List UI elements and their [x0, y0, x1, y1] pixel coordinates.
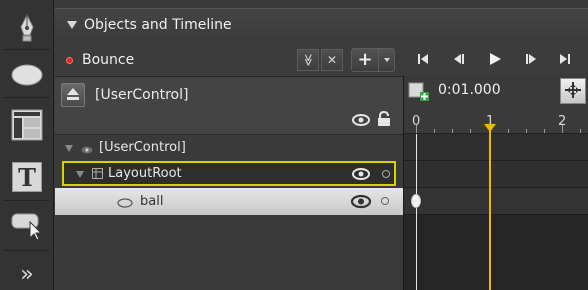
grid-tool-button[interactable] — [4, 105, 50, 145]
play-button[interactable] — [480, 48, 510, 72]
scope-label: [UserControl] — [95, 87, 189, 103]
tools-toolbar: T » — [0, 0, 54, 290]
timeline-start-line — [416, 134, 417, 290]
last-frame-icon — [558, 53, 572, 68]
tree-empty-area — [55, 215, 403, 290]
close-storyboard-button[interactable]: ✕ — [321, 49, 343, 71]
scope-up-button[interactable] — [61, 83, 85, 107]
tree-item-label: ball — [140, 194, 164, 209]
visibility-eye-small-icon — [81, 143, 93, 157]
zoom-to-fit-button[interactable] — [560, 78, 586, 104]
ellipse-element-icon — [117, 197, 133, 211]
show-all-eye-icon[interactable] — [352, 113, 370, 130]
timeline-area: 0:01.000 0 1 2 — [403, 76, 588, 290]
keyframe-marker[interactable] — [411, 194, 421, 208]
next-frame-icon — [524, 53, 538, 68]
previous-frame-icon — [452, 53, 466, 68]
previous-frame-button[interactable] — [444, 48, 474, 72]
grid-element-icon — [92, 168, 103, 182]
more-tools-button[interactable]: » — [4, 254, 50, 290]
new-storyboard-button[interactable]: + — [351, 48, 395, 72]
ellipse-icon — [10, 63, 44, 87]
object-tree: [UserControl] [UserControl] LayoutRoot b… — [55, 76, 403, 290]
panel-title: Objects and Timeline — [84, 17, 232, 33]
double-chevron-icon: ≫ — [301, 53, 315, 67]
grid-icon — [11, 109, 43, 141]
tree-item-usercontrol[interactable]: [UserControl] — [55, 134, 403, 161]
next-frame-button[interactable] — [516, 48, 546, 72]
timeline-empty-area — [404, 215, 588, 290]
scope-header: [UserControl] — [55, 76, 403, 134]
timeline-header: 0:01.000 — [404, 76, 588, 106]
tree-item-ball[interactable]: ball — [55, 188, 403, 215]
visibility-eye-icon[interactable] — [350, 194, 372, 212]
tree-item-label: [UserControl] — [99, 140, 186, 155]
timeline-row-usercontrol[interactable] — [404, 134, 588, 161]
text-icon: T — [12, 162, 42, 192]
expand-icon: » — [20, 261, 34, 287]
close-icon: ✕ — [326, 53, 338, 67]
pen-icon — [16, 13, 38, 43]
storyboard-name: Bounce — [82, 52, 135, 68]
ellipse-tool-button[interactable] — [4, 55, 50, 95]
tree-item-layoutroot[interactable]: LayoutRoot — [62, 161, 396, 186]
timeline-ruler[interactable]: 0 1 2 — [404, 106, 588, 134]
lock-toggle-icon[interactable] — [382, 170, 390, 178]
text-tool-button[interactable]: T — [4, 157, 50, 197]
plus-icon: + — [357, 49, 373, 70]
chevron-down-icon[interactable] — [378, 49, 394, 71]
scope-up-icon — [65, 86, 81, 105]
first-frame-icon — [416, 53, 430, 68]
storyboard-options-button[interactable]: ≫ — [297, 49, 319, 71]
recording-dot-icon — [66, 56, 73, 64]
last-frame-button[interactable] — [550, 48, 580, 72]
timeline-row-layoutroot[interactable] — [404, 161, 588, 188]
play-icon — [488, 52, 502, 69]
asset-tool-button[interactable] — [4, 206, 50, 246]
storyboard-bar: Bounce ≫ ✕ + — [55, 44, 588, 74]
first-frame-button[interactable] — [408, 48, 438, 72]
expand-triangle-icon[interactable] — [76, 171, 84, 178]
pen-tool-button[interactable] — [4, 8, 50, 48]
playhead-marker-icon[interactable] — [484, 124, 496, 132]
timeline-row-ball[interactable] — [404, 188, 588, 215]
playhead-line[interactable] — [489, 128, 491, 290]
lock-toggle-icon[interactable] — [381, 197, 389, 205]
tree-item-label: LayoutRoot — [108, 166, 182, 181]
panel-header[interactable]: Objects and Timeline — [55, 8, 588, 42]
objects-and-timeline-panel: Objects and Timeline Bounce ≫ ✕ + [UserC… — [55, 0, 588, 290]
record-keyframe-button[interactable] — [408, 82, 430, 105]
collapse-triangle-icon[interactable] — [67, 21, 77, 29]
current-time-display[interactable]: 0:01.000 — [438, 82, 501, 98]
asset-icon — [10, 210, 44, 242]
crosshair-icon — [564, 81, 582, 102]
visibility-eye-icon[interactable] — [352, 167, 370, 184]
expand-triangle-icon[interactable] — [65, 145, 73, 152]
lock-all-icon[interactable] — [377, 110, 391, 130]
